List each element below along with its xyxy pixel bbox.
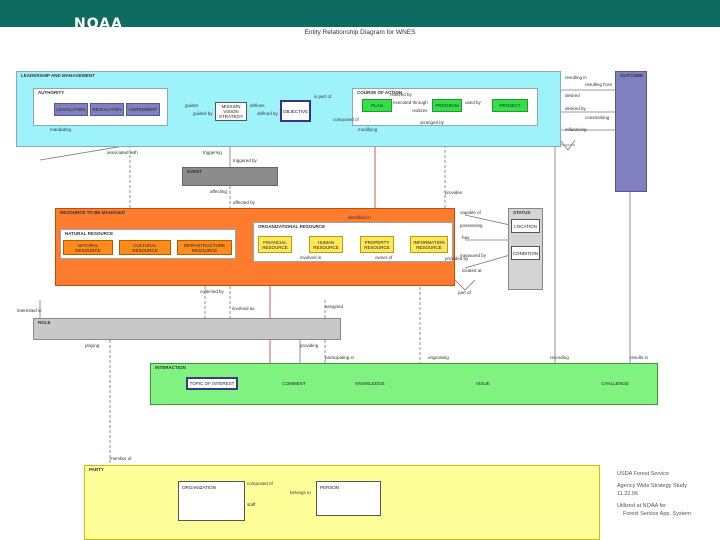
rel-composed-of-party: composed of [247,481,273,486]
rel-desired-by: desired by [565,106,586,111]
rel-affecting: affecting [210,189,227,194]
rel-realized-by: realized by [390,92,412,97]
package-role: ROLE [33,318,341,340]
rel-desired: desired [565,93,580,98]
rel-assigned: assigned [325,304,344,309]
entity-infrastructure-resource[interactable]: INFRASTRUCTURE RESOURCE [177,240,232,255]
rel-mandating: mandating [50,127,72,132]
rel-owner-of: owner of [375,255,393,260]
package-label: LEADERSHIP AND MANAGEMENT [21,73,95,78]
entity-agreement[interactable]: AGREEMENT [126,103,160,116]
rel-used-by: used by [465,100,481,105]
rel-composed-of: composed of [333,117,359,122]
package-label: OUTCOME [620,73,643,78]
rel-resulting-from: resulting from [585,82,613,87]
rel-affected-by: affected by [233,200,255,205]
package-label: EVENT [187,169,203,174]
rel-recording: recording [550,355,569,360]
rel-involved-in: involved in [300,255,322,260]
package-label: PARTY [89,467,104,472]
rel-located-at: located at [462,268,482,273]
rel-playing: playing [85,343,100,348]
rel-realizes: realizes [412,108,428,113]
rel-involved-as: involved as [232,306,255,311]
entity-information-resource[interactable]: INFORMATION RESOURCE [410,236,448,253]
package-label: INTERACTION [155,365,186,370]
rel-arranged-by: arranged by [420,120,445,125]
entity-financial-resource[interactable]: FINANCIAL RESOURCE [258,236,292,253]
package-label: NATURAL RESOURCE [65,231,114,236]
rel-providing: providing [300,343,319,348]
rel-member-of: member of [110,456,132,461]
rel-modifying: modifying [358,127,378,132]
rel-influencing: influencing [565,127,587,132]
entity-legislation[interactable]: LEGISLATION [54,103,88,116]
entity-plan[interactable]: PLAN [362,99,392,112]
rel-belongs-to: belongs to [290,490,311,495]
rel-executed-through: executed through [393,100,428,105]
rel-part-of: part of [458,290,471,295]
entity-organization[interactable]: ORGANIZATION [178,481,245,521]
entity-natural-resource[interactable]: NATURAL RESOURCE [63,240,113,255]
entity-issue[interactable]: ISSUE [465,377,501,390]
package-label: ORGANIZATIONAL RESOURCE [258,224,326,229]
entity-program[interactable]: PROGRAM [432,99,462,112]
rel-defines: defines [250,103,265,108]
note-line-2: Agency Wide Strategy Study [617,483,688,489]
note-line-1: USDA Forest Service [617,471,669,477]
rel-is-part-of: is part of [314,94,332,99]
entity-regulation[interactable]: REGULATION [90,103,124,116]
rel-capable-of: capable of [460,210,481,215]
rel-resulting-in: resulting in [565,75,587,80]
entity-cultural-resource[interactable]: CULTURAL RESOURCE [119,240,171,255]
package-outcome: OUTCOME [615,71,647,192]
note-line-4: Utilized at NOAA for [617,503,666,509]
entity-comment[interactable]: COMMENT [270,377,318,390]
rel-constraining: constraining [585,115,610,120]
rel-triggering: triggering [203,150,222,155]
entity-location[interactable]: LOCATION [511,219,540,233]
rel-guided-by: guided by [193,111,213,116]
rel-staff: staff [247,502,256,507]
rel-collected-by: collected by [200,289,224,294]
package-label: AUTHORITY [38,90,65,95]
entity-challenge[interactable]: CHALLENGE [590,377,640,390]
rel-identified-in: identified in [348,215,371,220]
rel-interested-in: interested in [17,308,42,313]
rel-results-in: results in [630,355,649,360]
rel-provides: provides [445,190,463,195]
package-event: EVENT [182,167,278,186]
package-label: RESOURCE TO BE MANAGED [60,210,125,215]
entity-objective[interactable]: OBJECTIVE [280,100,311,122]
entity-knowledge[interactable]: KNOWLEDGE [345,377,395,390]
package-label: STATUS [513,210,531,215]
note-line-5: Forest Service App. System [623,511,691,517]
entity-project[interactable]: PROJECT [492,99,528,112]
package-label: ROLE [38,320,51,325]
entity-condition[interactable]: CONDITION [511,246,540,260]
rel-possessing: possessing [460,223,483,228]
entity-property-resource[interactable]: PROPERTY RESOURCE [360,236,394,253]
rel-triggered-by: triggered by [233,158,257,163]
rel-guides: guides [185,103,199,108]
rel-has: has [462,235,470,240]
entity-person[interactable]: PERSON [316,481,381,516]
rel-associated-with: associated with [107,150,138,155]
rel-originating: originating [428,355,449,360]
notes-block: USDA Forest Service Agency Wide Strategy… [617,470,717,518]
rel-participating-in: participating in [325,355,355,360]
rel-measured-by: measured by [460,253,487,258]
entity-mission-vision-strategy[interactable]: MISSION VISION STRATEGY [215,102,247,121]
entity-human-resource[interactable]: HUMAN RESOURCE [309,236,343,253]
rel-defined-by: defined by [257,111,278,116]
note-line-3: 11.22.06 [617,491,639,497]
entity-topic-of-interest[interactable]: TOPIC OF INTEREST [186,377,238,390]
